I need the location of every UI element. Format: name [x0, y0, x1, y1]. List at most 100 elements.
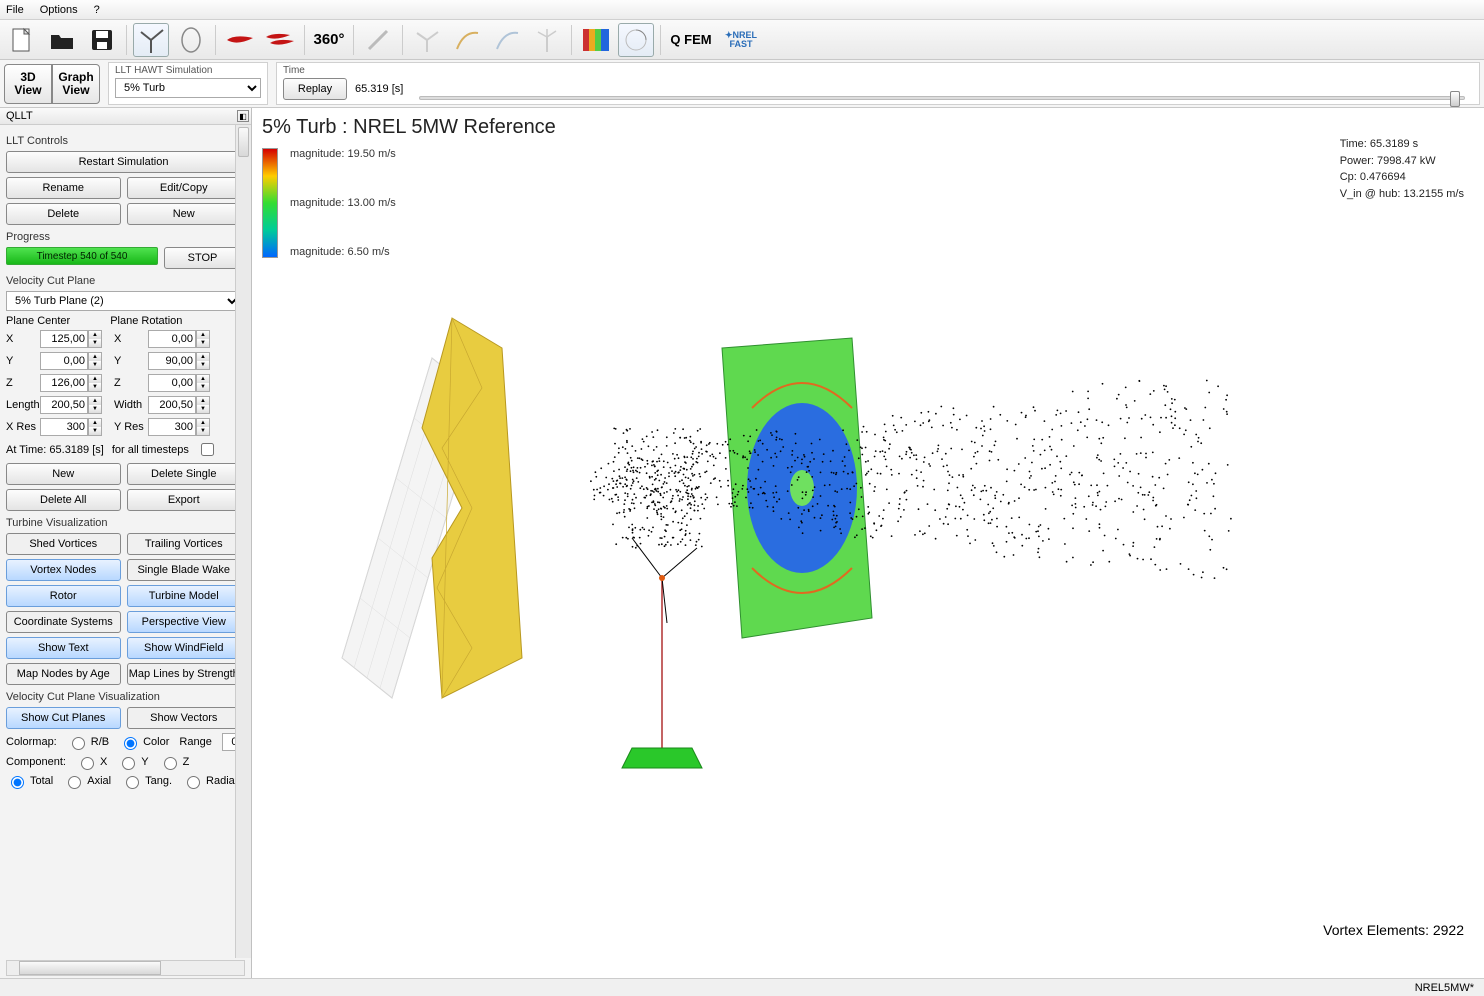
heatmap-icon[interactable]: [578, 23, 614, 57]
show-cut-planes-button[interactable]: Show Cut Planes: [6, 707, 121, 729]
legend-high: magnitude: 19.50 m/s: [290, 148, 396, 160]
llt-controls-header: LLT Controls: [6, 135, 241, 147]
viewport-title: 5% Turb : NREL 5MW Reference: [262, 116, 556, 139]
color-legend: magnitude: 19.50 m/s magnitude: 13.00 m/…: [262, 148, 396, 258]
axial-radio[interactable]: Axial: [63, 773, 111, 789]
center-z-input[interactable]: ▲▼: [40, 374, 110, 392]
width-input[interactable]: ▲▼: [148, 396, 218, 414]
3d-viewport[interactable]: 5% Turb : NREL 5MW Reference magnitude: …: [252, 108, 1484, 978]
xres-input[interactable]: ▲▼: [40, 418, 110, 436]
curve2-icon[interactable]: [489, 23, 525, 57]
vcp-new-button[interactable]: New: [6, 463, 121, 485]
rb-radio[interactable]: R/B: [67, 734, 109, 750]
vortex-icon[interactable]: [618, 23, 654, 57]
nrel-fast-icon[interactable]: ✦NRELFAST: [719, 23, 763, 57]
vcp-header: Velocity Cut Plane: [6, 275, 241, 287]
comp-y-radio[interactable]: Y: [117, 754, 148, 770]
rot-z-input[interactable]: ▲▼: [148, 374, 218, 392]
vcp-delete-single-button[interactable]: Delete Single: [127, 463, 242, 485]
rotor-grey-icon[interactable]: [409, 23, 445, 57]
ellipse-icon[interactable]: [173, 23, 209, 57]
z-label: Z: [6, 377, 36, 389]
turbviz-header: Turbine Visualization: [6, 517, 241, 529]
panel-title: QLLT: [6, 110, 33, 122]
new-file-icon[interactable]: [4, 23, 40, 57]
vortex-nodes-button[interactable]: Vortex Nodes: [6, 559, 121, 581]
save-icon[interactable]: [84, 23, 120, 57]
qllt-panel: QLLT ◧ LLT Controls Restart Simulation R…: [0, 108, 252, 978]
x-label: X: [6, 333, 36, 345]
panel-hscroll[interactable]: [6, 960, 245, 976]
turbine-icon[interactable]: [529, 23, 565, 57]
vcp-delete-all-button[interactable]: Delete All: [6, 489, 121, 511]
graph-view-button[interactable]: Graph View: [52, 64, 100, 104]
yres-label: Y Res: [114, 421, 144, 433]
show-vectors-button[interactable]: Show Vectors: [127, 707, 242, 729]
menu-file[interactable]: File: [6, 4, 24, 16]
airfoil-red-icon[interactable]: [222, 23, 258, 57]
rotor-button[interactable]: Rotor: [6, 585, 121, 607]
stats-overlay: Time: 65.3189 s Power: 7998.47 kW Cp: 0.…: [1340, 136, 1464, 202]
ry-label: Y: [114, 355, 144, 367]
open-folder-icon[interactable]: [44, 23, 80, 57]
tang-radio[interactable]: Tang.: [121, 773, 172, 789]
cutplane-select[interactable]: 5% Turb Plane (2): [6, 291, 241, 311]
show-text-button[interactable]: Show Text: [6, 637, 121, 659]
component-label: Component:: [6, 756, 66, 768]
total-radio[interactable]: Total: [6, 773, 53, 789]
menu-options[interactable]: Options: [40, 4, 78, 16]
main-toolbar: 360° Q FEM ✦NRELFAST: [0, 20, 1484, 60]
qfem-icon[interactable]: Q FEM: [667, 23, 715, 57]
single-blade-wake-button[interactable]: Single Blade Wake: [127, 559, 242, 581]
status-text: NREL5MW*: [1415, 982, 1474, 994]
map-nodes-button[interactable]: Map Nodes by Age: [6, 663, 121, 685]
turbine-model-button[interactable]: Turbine Model: [127, 585, 242, 607]
y-label: Y: [6, 355, 36, 367]
stat-vin: V_in @ hub: 13.2155 m/s: [1340, 186, 1464, 203]
vcp-export-button[interactable]: Export: [127, 489, 242, 511]
360-icon[interactable]: 360°: [311, 23, 347, 57]
time-slider[interactable]: [419, 96, 1465, 100]
scene-graphic: [282, 298, 1242, 858]
rz-label: Z: [114, 377, 144, 389]
curve-icon[interactable]: [449, 23, 485, 57]
stop-button[interactable]: STOP: [164, 247, 241, 269]
menu-bar: File Options ?: [0, 0, 1484, 20]
perspective-view-button[interactable]: Perspective View: [127, 611, 242, 633]
progress-bar: Timestep 540 of 540: [6, 247, 158, 265]
rot-x-input[interactable]: ▲▼: [148, 330, 218, 348]
airfoil-dual-icon[interactable]: [262, 23, 298, 57]
center-x-input[interactable]: ▲▼: [40, 330, 110, 348]
comp-x-radio[interactable]: X: [76, 754, 107, 770]
yres-input[interactable]: ▲▼: [148, 418, 218, 436]
new-button[interactable]: New: [127, 203, 242, 225]
rename-button[interactable]: Rename: [6, 177, 121, 199]
blade-icon[interactable]: [133, 23, 169, 57]
length-input[interactable]: ▲▼: [40, 396, 110, 414]
color-radio[interactable]: Color: [119, 734, 169, 750]
edit-copy-button[interactable]: Edit/Copy: [127, 177, 242, 199]
center-y-input[interactable]: ▲▼: [40, 352, 110, 370]
restart-simulation-button[interactable]: Restart Simulation: [6, 151, 241, 173]
width-label: Width: [114, 399, 144, 411]
delete-button[interactable]: Delete: [6, 203, 121, 225]
radial-radio[interactable]: Radial: [182, 773, 237, 789]
coordinate-systems-button[interactable]: Coordinate Systems: [6, 611, 121, 633]
sim-label: LLT HAWT Simulation: [115, 65, 261, 76]
pencil-icon[interactable]: [360, 23, 396, 57]
panel-scrollbar[interactable]: [235, 125, 251, 958]
comp-z-radio[interactable]: Z: [159, 754, 190, 770]
map-lines-button[interactable]: Map Lines by Strength: [127, 663, 242, 685]
rot-y-input[interactable]: ▲▼: [148, 352, 218, 370]
simulation-select[interactable]: 5% Turb: [115, 78, 261, 98]
3d-view-button[interactable]: 3D View: [4, 64, 52, 104]
replay-button[interactable]: Replay: [283, 78, 347, 100]
rx-label: X: [114, 333, 144, 345]
menu-help[interactable]: ?: [94, 4, 100, 16]
shed-vortices-button[interactable]: Shed Vortices: [6, 533, 121, 555]
trailing-vortices-button[interactable]: Trailing Vortices: [127, 533, 242, 555]
show-windfield-button[interactable]: Show WindField: [127, 637, 242, 659]
status-bar: NREL5MW*: [0, 978, 1484, 996]
undock-icon[interactable]: ◧: [237, 110, 249, 122]
forall-checkbox[interactable]: [201, 443, 214, 456]
